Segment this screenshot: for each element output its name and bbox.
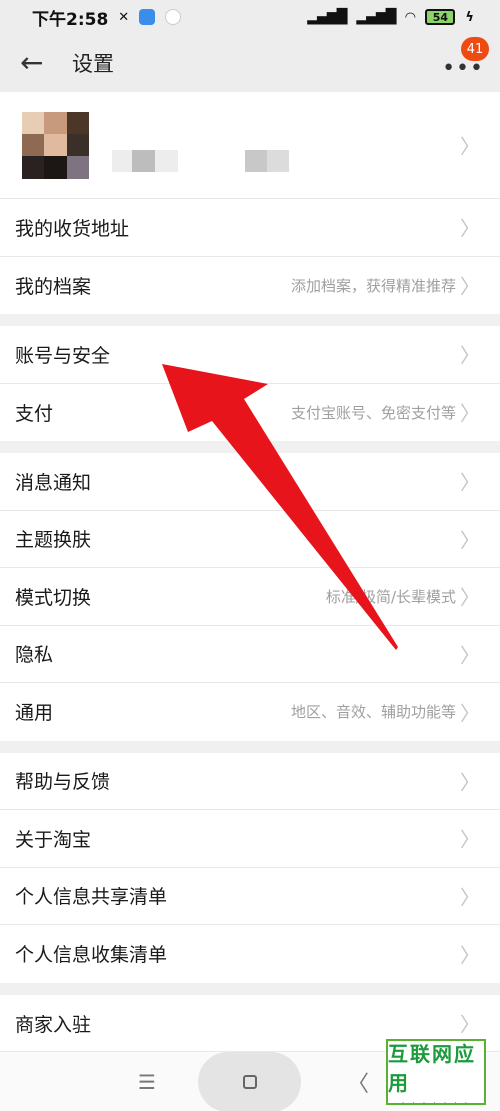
watermark-subtext: · · · · · · · — [402, 1098, 470, 1107]
settings-row[interactable]: 隐私 〉 — [0, 626, 500, 683]
avatar-tile — [22, 156, 45, 179]
settings-row[interactable]: 模式切换 标准/极简/长辈模式〉 — [0, 568, 500, 626]
avatar-tile — [66, 156, 89, 179]
settings-row[interactable]: 主题换肤 〉 — [0, 511, 500, 568]
bell-off-icon: ✕ — [118, 9, 130, 25]
settings-row[interactable]: 账号与安全 〉 — [0, 326, 500, 384]
status-time: 下午2:58 — [32, 9, 109, 30]
charging-icon: ϟ — [465, 9, 474, 25]
settings-row[interactable]: 支付 支付宝账号、免密支付等〉 — [0, 384, 500, 442]
settings-row-label: 个人信息共享清单 — [15, 886, 168, 909]
settings-row-label: 我的档案 — [15, 275, 92, 298]
arrow-left-icon[interactable]: ← — [20, 49, 64, 77]
wifi-icon: ◠ — [405, 9, 416, 25]
chevron-right-icon: 〉 — [460, 343, 480, 368]
chevron-right-icon: 〉 — [460, 943, 480, 968]
notification-badge: 41 — [461, 37, 489, 61]
signal-icon-2: ▂▄▆█ — [356, 9, 396, 25]
chevron-right-icon: 〉 — [460, 216, 480, 241]
watermark-logo: 互联网应用 · · · · · · · — [386, 1039, 486, 1107]
settings-row[interactable]: 关于淘宝 〉 — [0, 810, 500, 868]
settings-row-label: 通用 — [15, 702, 54, 725]
settings-row[interactable]: 个人信息共享清单 〉 — [0, 868, 500, 925]
app-notification-icon-2 — [165, 9, 182, 25]
battery-icon: 54 — [425, 9, 456, 25]
avatar-tile — [44, 133, 67, 157]
profile-id-blur — [245, 150, 289, 172]
settings-group-preferences: 消息通知〉主题换肤〉模式切换 标准/极简/长辈模式〉隐私〉通用 地区、音效、辅助功能… — [0, 453, 500, 741]
header: ← 设置 ••• 41 — [0, 34, 500, 92]
chevron-right-icon: 〉 — [460, 134, 480, 159]
avatar-tile — [44, 111, 67, 134]
profile-name-blur — [112, 150, 178, 172]
settings-row-label: 帮助与反馈 — [15, 771, 111, 794]
avatar-tile — [22, 111, 45, 134]
settings-row-label: 我的收货地址 — [15, 217, 130, 240]
avatar-tile — [66, 133, 89, 157]
home-button[interactable] — [198, 1052, 301, 1111]
status-bar: 下午2:58 ✕ ▂▄▆█ ▂▄▆█ ◠ 54 ϟ — [0, 0, 500, 34]
settings-row-value: 添加档案，获得精准推荐 — [290, 276, 456, 295]
settings-row-value: 支付宝账号、免密支付等 — [290, 403, 456, 422]
profile-row[interactable]: 〉 — [0, 92, 500, 199]
settings-row[interactable]: 我的档案 添加档案，获得精准推荐〉 — [0, 257, 500, 315]
chevron-left-icon[interactable]: 〈 — [347, 1066, 369, 1098]
status-right: ▂▄▆█ ▂▄▆█ ◠ 54 ϟ — [307, 9, 474, 25]
chevron-right-icon: 〉 — [460, 827, 480, 852]
system-nav-bar: ☰ 〈 互联网应用 · · · · · · · — [0, 1039, 500, 1111]
settings-row[interactable]: 个人信息收集清单 〉 — [0, 925, 500, 983]
page-title: 设置 — [72, 52, 114, 76]
settings-row-label: 消息通知 — [15, 471, 92, 494]
settings-row-value: 地区、音效、辅助功能等 — [290, 703, 456, 722]
app-notification-icon — [139, 9, 156, 25]
menu-icon[interactable]: ☰ — [138, 1070, 156, 1094]
chevron-right-icon: 〉 — [460, 585, 480, 610]
chevron-right-icon: 〉 — [460, 401, 480, 426]
settings-row[interactable]: 消息通知 〉 — [0, 453, 500, 511]
settings-row-label: 主题换肤 — [15, 529, 92, 552]
settings-group-account: 账号与安全〉支付 支付宝账号、免密支付等〉 — [0, 326, 500, 441]
chevron-right-icon: 〉 — [460, 1012, 480, 1037]
avatar — [22, 111, 89, 179]
settings-row-label: 隐私 — [15, 644, 54, 667]
settings-row[interactable]: 通用 地区、音效、辅助功能等〉 — [0, 683, 500, 741]
chevron-right-icon: 〉 — [460, 274, 480, 299]
settings-group-help: 帮助与反馈〉关于淘宝〉个人信息共享清单〉个人信息收集清单〉 — [0, 752, 500, 983]
status-left: 下午2:58 ✕ — [32, 5, 182, 30]
home-square-icon — [242, 1075, 257, 1089]
watermark-text: 互联网应用 — [388, 1041, 476, 1095]
settings-group-profile: 〉 我的收货地址〉我的档案 添加档案，获得精准推荐〉 — [0, 92, 500, 314]
chevron-right-icon: 〉 — [460, 701, 480, 726]
settings-row-label: 关于淘宝 — [15, 828, 92, 851]
settings-row-label: 个人信息收集清单 — [15, 944, 168, 967]
chevron-right-icon: 〉 — [460, 470, 480, 495]
settings-row[interactable]: 帮助与反馈 〉 — [0, 753, 500, 810]
signal-icon: ▂▄▆█ — [307, 9, 347, 25]
avatar-tile — [44, 156, 67, 179]
settings-row-label: 账号与安全 — [15, 344, 111, 367]
chevron-right-icon: 〉 — [460, 885, 480, 910]
settings-row-label: 模式切换 — [15, 586, 92, 609]
settings-row-label: 商家入驻 — [15, 1013, 92, 1036]
chevron-right-icon: 〉 — [460, 643, 480, 668]
settings-row-label: 支付 — [15, 402, 54, 425]
avatar-tile — [22, 133, 45, 157]
chevron-right-icon: 〉 — [460, 770, 480, 795]
chevron-right-icon: 〉 — [460, 528, 480, 553]
settings-row-value: 标准/极简/长辈模式 — [325, 587, 456, 606]
settings-row[interactable]: 我的收货地址 〉 — [0, 199, 500, 257]
avatar-tile — [66, 111, 89, 134]
